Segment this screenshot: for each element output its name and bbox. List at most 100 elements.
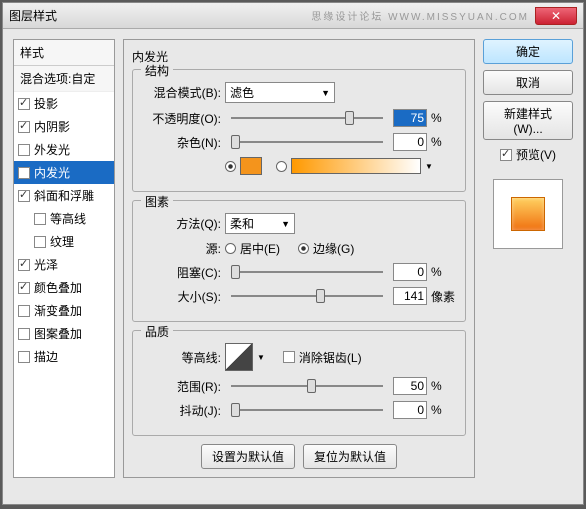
choke-label: 阻塞(C): xyxy=(143,264,221,281)
sidebar-item-6[interactable]: 纹理 xyxy=(14,230,114,253)
noise-label: 杂色(N): xyxy=(143,134,221,151)
opacity-slider[interactable] xyxy=(231,111,383,125)
size-input[interactable] xyxy=(393,287,427,305)
source-label: 源: xyxy=(143,240,221,257)
style-checkbox[interactable] xyxy=(18,305,30,317)
jitter-slider[interactable] xyxy=(231,403,383,417)
edge-label: 边缘(G) xyxy=(313,240,354,257)
style-label: 外发光 xyxy=(34,141,70,158)
range-slider[interactable] xyxy=(231,379,383,393)
contour-picker[interactable] xyxy=(225,343,253,371)
blending-options[interactable]: 混合选项:自定 xyxy=(14,66,114,92)
chevron-down-icon: ▼ xyxy=(281,219,290,229)
antialias-checkbox[interactable] xyxy=(283,351,295,363)
panel-title: 内发光 xyxy=(132,48,466,65)
chevron-down-icon[interactable]: ▼ xyxy=(425,162,433,171)
color-radio[interactable] xyxy=(225,161,236,172)
cancel-button[interactable]: 取消 xyxy=(483,70,573,95)
gradient-radio[interactable] xyxy=(276,161,287,172)
style-label: 投影 xyxy=(34,95,58,112)
blendmode-label: 混合模式(B): xyxy=(143,84,221,101)
noise-slider[interactable] xyxy=(231,135,383,149)
style-label: 内阴影 xyxy=(34,118,70,135)
opacity-label: 不透明度(O): xyxy=(143,110,221,127)
preview-label: 预览(V) xyxy=(516,146,556,163)
make-default-button[interactable]: 设置为默认值 xyxy=(201,444,295,469)
chevron-down-icon: ▼ xyxy=(321,88,330,98)
jitter-unit: % xyxy=(431,403,455,417)
sidebar-item-5[interactable]: 等高线 xyxy=(14,207,114,230)
styles-header[interactable]: 样式 xyxy=(14,40,114,66)
noise-unit: % xyxy=(431,135,455,149)
size-label: 大小(S): xyxy=(143,288,221,305)
style-label: 内发光 xyxy=(34,164,70,181)
color-swatch[interactable] xyxy=(240,157,262,175)
sidebar-item-3[interactable]: 内发光 xyxy=(14,161,114,184)
style-label: 图案叠加 xyxy=(34,325,82,342)
style-label: 颜色叠加 xyxy=(34,279,82,296)
style-checkbox[interactable] xyxy=(34,213,46,225)
layer-style-dialog: 图层样式 思缘设计论坛 WWW.MISSYUAN.COM ✕ 样式 混合选项:自… xyxy=(2,2,584,505)
new-style-button[interactable]: 新建样式(W)... xyxy=(483,101,573,140)
preview-box xyxy=(493,179,563,249)
gradient-bar[interactable] xyxy=(291,158,421,174)
watermark-text: 思缘设计论坛 WWW.MISSYUAN.COM xyxy=(311,8,529,23)
elements-label: 图素 xyxy=(141,193,173,210)
choke-slider[interactable] xyxy=(231,265,383,279)
quality-group: 品质 等高线: ▼ 消除锯齿(L) 范围(R): % 抖动(J): xyxy=(132,330,466,436)
ok-button[interactable]: 确定 xyxy=(483,39,573,64)
sidebar-item-1[interactable]: 内阴影 xyxy=(14,115,114,138)
noise-input[interactable] xyxy=(393,133,427,151)
center-radio[interactable] xyxy=(225,243,236,254)
window-title: 图层样式 xyxy=(9,7,311,24)
styles-sidebar: 样式 混合选项:自定 投影内阴影外发光内发光斜面和浮雕等高线纹理光泽颜色叠加渐变… xyxy=(13,39,115,478)
technique-dropdown[interactable]: 柔和 ▼ xyxy=(225,213,295,234)
sidebar-item-8[interactable]: 颜色叠加 xyxy=(14,276,114,299)
structure-label: 结构 xyxy=(141,62,173,79)
opacity-unit: % xyxy=(431,111,455,125)
reset-default-button[interactable]: 复位为默认值 xyxy=(303,444,397,469)
contour-label: 等高线: xyxy=(143,349,221,366)
style-label: 渐变叠加 xyxy=(34,302,82,319)
preview-swatch xyxy=(511,197,545,231)
style-checkbox[interactable] xyxy=(18,259,30,271)
right-panel: 确定 取消 新建样式(W)... 预览(V) xyxy=(483,39,573,478)
close-button[interactable]: ✕ xyxy=(535,7,577,25)
sidebar-item-7[interactable]: 光泽 xyxy=(14,253,114,276)
choke-input[interactable] xyxy=(393,263,427,281)
style-label: 描边 xyxy=(34,348,58,365)
antialias-label: 消除锯齿(L) xyxy=(299,349,362,366)
preview-checkbox[interactable] xyxy=(500,149,512,161)
style-checkbox[interactable] xyxy=(18,282,30,294)
sidebar-item-2[interactable]: 外发光 xyxy=(14,138,114,161)
range-label: 范围(R): xyxy=(143,378,221,395)
style-checkbox[interactable] xyxy=(18,328,30,340)
jitter-input[interactable] xyxy=(393,401,427,419)
size-unit: 像素 xyxy=(431,288,455,305)
titlebar[interactable]: 图层样式 思缘设计论坛 WWW.MISSYUAN.COM ✕ xyxy=(3,3,583,29)
size-slider[interactable] xyxy=(231,289,383,303)
style-checkbox[interactable] xyxy=(18,351,30,363)
sidebar-item-0[interactable]: 投影 xyxy=(14,92,114,115)
style-label: 纹理 xyxy=(50,233,74,250)
edge-radio[interactable] xyxy=(298,243,309,254)
style-checkbox[interactable] xyxy=(18,167,30,179)
quality-label: 品质 xyxy=(141,323,173,340)
style-checkbox[interactable] xyxy=(18,98,30,110)
settings-panel: 内发光 结构 混合模式(B): 滤色 ▼ 不透明度(O): % xyxy=(123,39,475,478)
style-checkbox[interactable] xyxy=(18,190,30,202)
sidebar-item-11[interactable]: 描边 xyxy=(14,345,114,368)
range-input[interactable] xyxy=(393,377,427,395)
style-checkbox[interactable] xyxy=(34,236,46,248)
sidebar-item-10[interactable]: 图案叠加 xyxy=(14,322,114,345)
elements-group: 图素 方法(Q): 柔和 ▼ 源: 居中(E) 边缘(G) xyxy=(132,200,466,322)
sidebar-item-9[interactable]: 渐变叠加 xyxy=(14,299,114,322)
blendmode-dropdown[interactable]: 滤色 ▼ xyxy=(225,82,335,103)
opacity-input[interactable] xyxy=(393,109,427,127)
style-checkbox[interactable] xyxy=(18,121,30,133)
chevron-down-icon[interactable]: ▼ xyxy=(257,353,265,362)
style-label: 等高线 xyxy=(50,210,86,227)
style-checkbox[interactable] xyxy=(18,144,30,156)
choke-unit: % xyxy=(431,265,455,279)
sidebar-item-4[interactable]: 斜面和浮雕 xyxy=(14,184,114,207)
